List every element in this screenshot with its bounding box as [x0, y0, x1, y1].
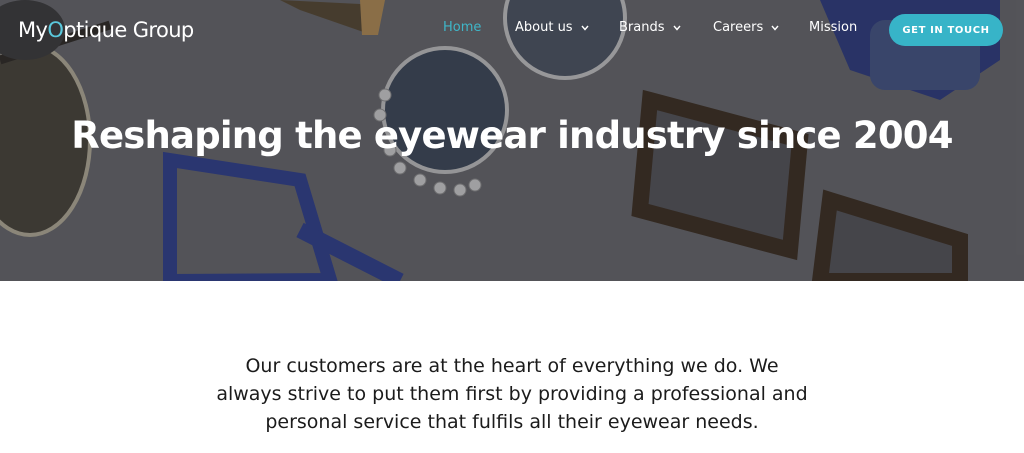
nav-item-brands[interactable]: Brands [619, 20, 681, 35]
nav-label: Careers [713, 20, 764, 35]
myoptique-logo[interactable]: MyOptique Group [18, 18, 194, 46]
get-in-touch-button[interactable]: GET IN TOUCH [889, 14, 1003, 46]
hero-banner: MyOptique Group Home About us Brands Car… [0, 0, 1024, 281]
nav-item-mission[interactable]: Mission [809, 20, 857, 35]
nav-label: Brands [619, 20, 665, 35]
nav-item-about-us[interactable]: About us [515, 20, 589, 35]
nav-item-careers[interactable]: Careers [713, 20, 779, 35]
intro-text: Our customers are at the heart of everyt… [216, 355, 808, 433]
chevron-down-icon [672, 25, 681, 31]
nav-item-home[interactable]: Home [443, 20, 481, 35]
hero-title: Reshaping the eyewear industry since 200… [71, 114, 953, 157]
chevron-down-icon [581, 25, 589, 31]
chevron-down-icon [771, 25, 779, 31]
nav-label: About us [515, 20, 573, 35]
